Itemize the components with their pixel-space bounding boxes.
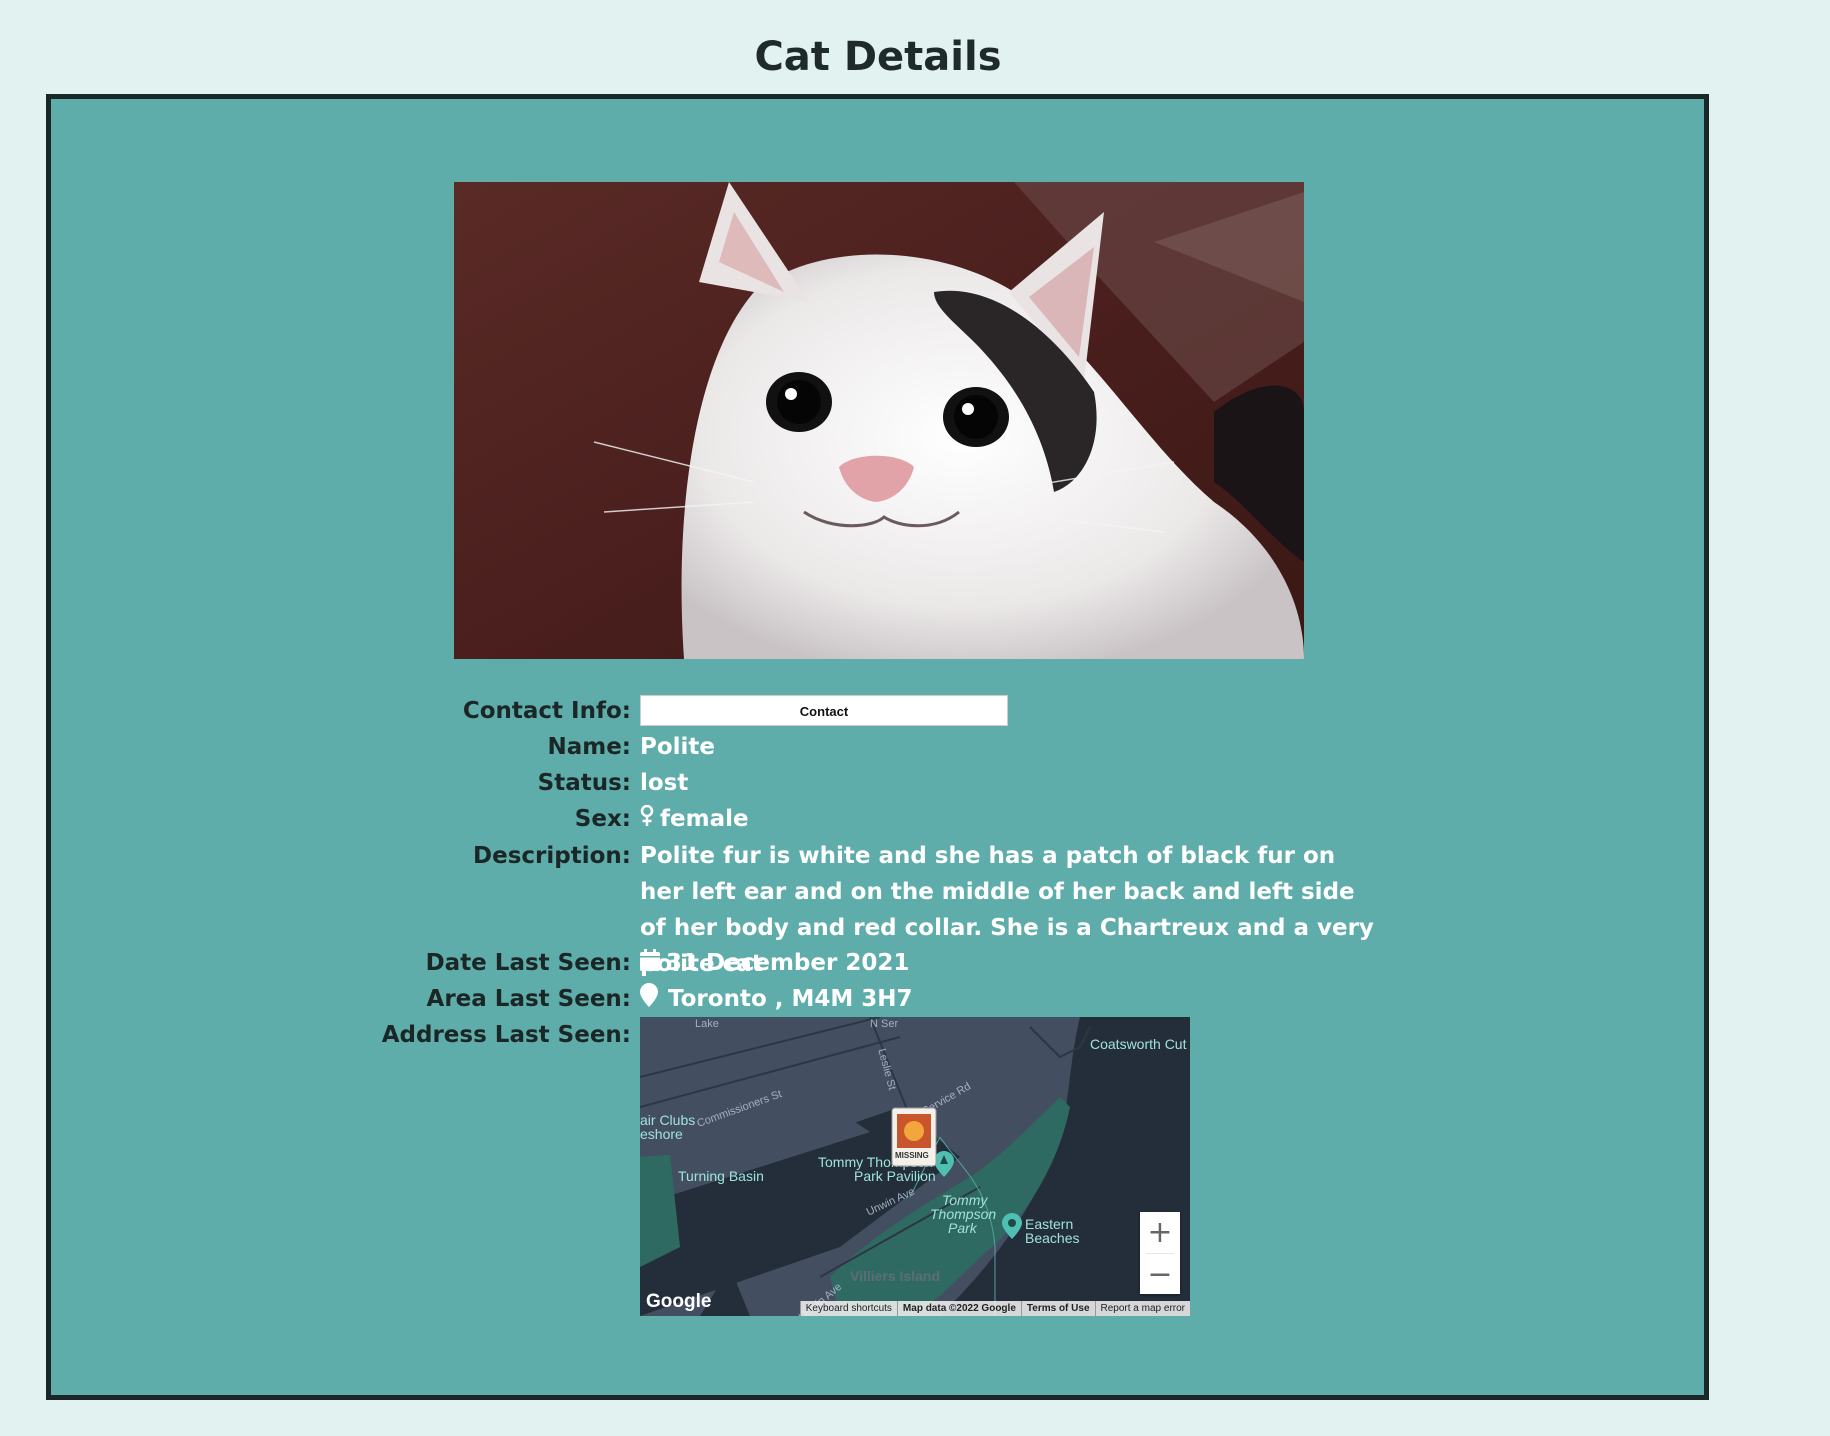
terms-of-use-link[interactable]: Terms of Use	[1020, 1301, 1095, 1316]
map-label-beaches-2: Beaches	[1025, 1230, 1080, 1246]
calendar-icon	[640, 946, 660, 982]
map-label-park-3: Park	[948, 1220, 977, 1236]
zoom-in-button[interactable]: +	[1140, 1212, 1180, 1253]
map-pin-icon	[640, 982, 658, 1018]
map-label-coatsworth: Coatsworth Cut	[1090, 1036, 1187, 1052]
pavilion-pin-icon[interactable]	[934, 1151, 954, 1177]
missing-marker-text: MISSING	[895, 1151, 929, 1160]
female-icon	[640, 802, 654, 838]
cat-photo	[454, 182, 1304, 659]
name-label: Name:	[547, 734, 631, 760]
google-logo: Google	[646, 1291, 712, 1312]
map-label-lake: Lake	[695, 1018, 719, 1030]
address-map[interactable]: Lake N Ser Coatsworth Cut Leslie St Serv…	[640, 1017, 1190, 1316]
name-value: Polite	[640, 734, 716, 760]
map-label-n-service: N Ser	[870, 1018, 899, 1030]
contact-button[interactable]: Contact	[640, 695, 1008, 726]
sex-text: female	[660, 806, 749, 832]
map-label-villiers: Villiers Island	[850, 1268, 941, 1284]
date-value: 31 December 2021	[640, 945, 909, 982]
map-data-label: Map data ©2022 Google	[896, 1301, 1021, 1316]
zoom-controls: + −	[1140, 1212, 1180, 1294]
area-value: Toronto , M4M 3H7	[640, 981, 913, 1018]
status-value: lost	[640, 770, 689, 796]
beach-pin-icon[interactable]	[1002, 1213, 1022, 1239]
sex-label: Sex:	[574, 806, 631, 832]
address-label: Address Last Seen:	[381, 1022, 631, 1048]
missing-cat-marker[interactable]: MISSING	[891, 1107, 937, 1171]
report-error-link[interactable]: Report a map error	[1094, 1301, 1190, 1316]
date-text: 31 December 2021	[666, 950, 910, 976]
keyboard-shortcuts-link[interactable]: Keyboard shortcuts	[799, 1301, 897, 1316]
page-title: Cat Details	[754, 34, 1002, 80]
map-label-pavilion-2: Park Pavilion	[854, 1168, 936, 1184]
status-label: Status:	[537, 770, 631, 796]
date-label: Date Last Seen:	[425, 950, 631, 976]
contact-info-label: Contact Info:	[462, 698, 631, 724]
zoom-out-button[interactable]: −	[1140, 1254, 1180, 1295]
area-label: Area Last Seen:	[426, 986, 631, 1012]
map-label-turning-basin: Turning Basin	[678, 1168, 764, 1184]
sex-value: female	[640, 801, 749, 838]
description-label: Description:	[473, 843, 631, 869]
area-text: Toronto , M4M 3H7	[668, 986, 913, 1012]
map-attribution: Keyboard shortcuts Map data ©2022 Google…	[799, 1301, 1190, 1316]
map-label-eshore: eshore	[640, 1126, 683, 1142]
